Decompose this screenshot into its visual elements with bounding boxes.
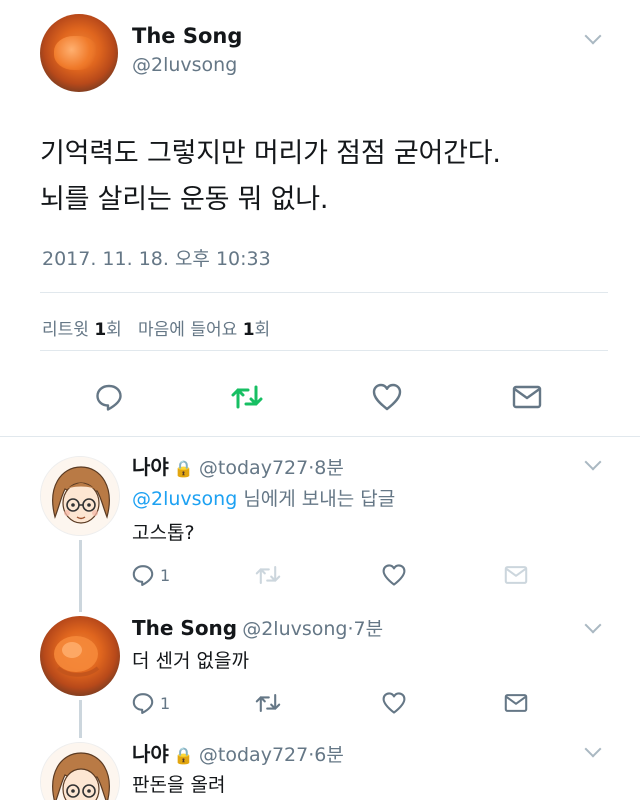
reply-time[interactable]: 6분 <box>314 744 344 766</box>
reply-to-line: @2luvsong 님에게 보내는 답글 <box>132 484 395 511</box>
thread-line <box>79 700 82 738</box>
author-name[interactable]: The Song <box>132 24 242 48</box>
divider <box>40 350 608 351</box>
tweet-text-line-1: 기억력도 그렇지만 머리가 점점 굳어간다. <box>40 138 501 169</box>
reply-author-handle[interactable]: @today727 <box>199 744 308 766</box>
retweet-icon[interactable] <box>230 380 264 414</box>
chevron-down-icon[interactable] <box>584 740 602 758</box>
reply-header: 나야 🔒 @today727·6분 <box>132 738 344 767</box>
chevron-down-icon[interactable] <box>584 616 602 634</box>
retweet-stat[interactable]: 리트윗 1회 <box>42 320 122 340</box>
divider <box>40 292 608 293</box>
retweet-icon <box>252 560 284 590</box>
tweet-text-line-2: 뇌를 살리는 운동 뭐 없나. <box>40 184 329 215</box>
tweet-stats: 리트윗 1회 마음에 들어요 1회 <box>42 315 270 340</box>
heart-icon[interactable] <box>370 380 404 414</box>
tweet-timestamp[interactable]: 2017. 11. 18. 오후 10:33 <box>42 244 271 271</box>
envelope-icon <box>500 560 532 590</box>
reply-count: 1 <box>160 694 171 713</box>
reply-header: The Song @2luvsong·7분 <box>132 614 383 641</box>
chevron-down-icon[interactable] <box>584 27 602 45</box>
heart-icon[interactable] <box>378 560 410 590</box>
reply-author-name[interactable]: 나야 <box>132 455 169 479</box>
envelope-icon[interactable] <box>510 380 544 414</box>
avatar[interactable] <box>40 456 120 536</box>
retweet-icon[interactable] <box>252 688 284 718</box>
heart-icon[interactable] <box>378 688 410 718</box>
mention-link[interactable]: @2luvsong <box>132 488 237 510</box>
reply-author-handle[interactable]: @2luvsong <box>242 618 347 640</box>
reply-text: 판돈을 올려 <box>132 774 226 796</box>
author-avatar[interactable] <box>40 14 118 92</box>
avatar[interactable] <box>40 742 120 800</box>
reply-bubble-icon[interactable] <box>92 380 126 414</box>
divider <box>0 436 640 437</box>
reply-count: 1 <box>160 566 171 585</box>
envelope-icon[interactable] <box>500 688 532 718</box>
reply-text: 고스톱? <box>132 522 195 544</box>
avatar[interactable] <box>40 616 120 696</box>
lock-icon: 🔒 <box>173 459 194 478</box>
author-handle[interactable]: @2luvsong <box>132 54 237 76</box>
reply-time[interactable]: 7분 <box>354 618 384 640</box>
lock-icon: 🔒 <box>173 746 194 765</box>
reply-bubble-icon[interactable] <box>128 560 158 590</box>
reply-to-suffix: 님에게 보내는 답글 <box>237 488 396 510</box>
reply-author-name[interactable]: 나야 <box>132 742 169 766</box>
reply-time[interactable]: 8분 <box>314 457 344 479</box>
tweet-text: 기억력도 그렇지만 머리가 점점 굳어간다. 뇌를 살리는 운동 뭐 없나. <box>40 131 501 223</box>
reply-text: 더 센거 없을까 <box>132 650 249 672</box>
thread-line <box>79 540 82 612</box>
reply-author-name[interactable]: The Song <box>132 616 237 640</box>
chevron-down-icon[interactable] <box>584 453 602 471</box>
reply-header: 나야 🔒 @today727·8분 <box>132 451 344 480</box>
like-stat[interactable]: 마음에 들어요 1회 <box>138 320 270 340</box>
reply-author-handle[interactable]: @today727 <box>199 457 308 479</box>
reply-bubble-icon[interactable] <box>128 688 158 718</box>
